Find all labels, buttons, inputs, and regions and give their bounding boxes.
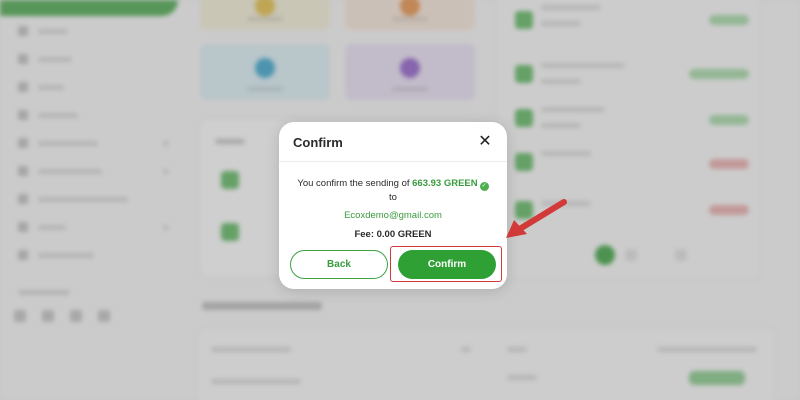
to-label: to — [389, 192, 397, 203]
back-button[interactable]: Back — [290, 250, 388, 279]
confirm-highlight-box — [390, 246, 502, 282]
dialog-divider — [279, 161, 507, 162]
fee-text: Fee: 0.00 GREEN — [354, 229, 432, 240]
send-amount: 663.93 GREEN — [412, 178, 478, 189]
close-icon[interactable]: ✕ — [476, 133, 494, 151]
confirm-message: You confirm the sending of 663.93 GREEN ✓ — [279, 178, 507, 191]
check-circle-icon: ✓ — [479, 182, 489, 191]
arrow-icon — [506, 199, 567, 238]
dialog-title: Confirm — [293, 135, 343, 150]
recipient-email: Ecoxdemo@gmail.com — [344, 210, 442, 221]
confirm-message-prefix: You confirm the sending of — [297, 178, 413, 189]
